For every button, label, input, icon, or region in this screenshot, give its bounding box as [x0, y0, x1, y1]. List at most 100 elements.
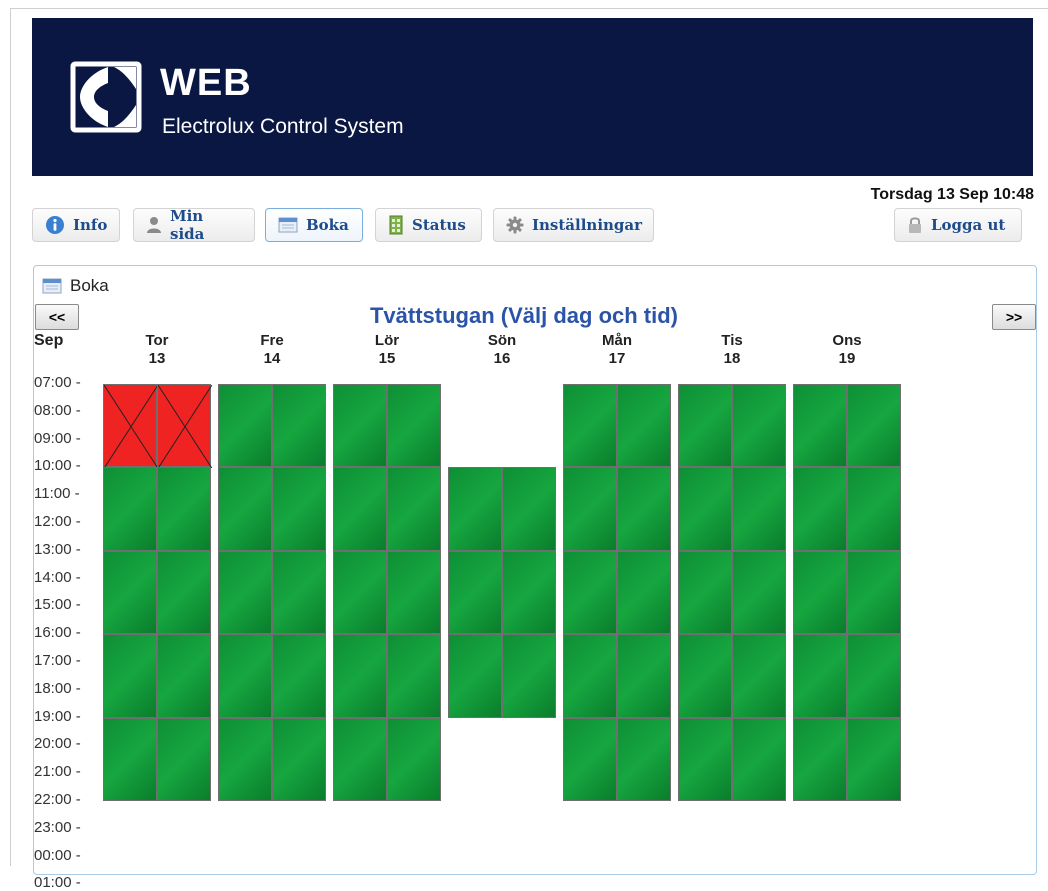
available-slot[interactable]	[847, 384, 901, 468]
available-slot[interactable]	[387, 467, 441, 551]
nav-boka-button[interactable]: Boka	[265, 208, 363, 242]
cross-icon	[158, 385, 212, 469]
available-slot[interactable]	[563, 634, 617, 718]
available-slot[interactable]	[793, 550, 847, 635]
available-slot[interactable]	[732, 550, 786, 635]
available-slot[interactable]	[732, 384, 786, 468]
available-slot[interactable]	[333, 717, 387, 801]
building-icon	[389, 215, 403, 235]
available-slot[interactable]	[448, 550, 502, 635]
available-slot[interactable]	[678, 384, 732, 468]
available-slot[interactable]	[387, 550, 441, 635]
available-slot[interactable]	[272, 550, 326, 635]
available-slot[interactable]	[218, 634, 272, 718]
next-week-button[interactable]: >>	[992, 304, 1036, 330]
logout-label: Logga ut	[931, 216, 1006, 234]
available-slot[interactable]	[678, 717, 732, 801]
time-label: 21:00 -	[34, 763, 81, 781]
available-slot[interactable]	[617, 717, 671, 801]
available-slot[interactable]	[502, 634, 556, 718]
available-slot[interactable]	[847, 467, 901, 551]
available-slot[interactable]	[617, 550, 671, 635]
available-slot[interactable]	[563, 384, 617, 468]
available-slot[interactable]	[563, 717, 617, 801]
available-slot[interactable]	[563, 550, 617, 635]
available-slot[interactable]	[333, 634, 387, 718]
available-slot[interactable]	[103, 550, 157, 635]
available-slot[interactable]	[793, 467, 847, 551]
time-label: 09:00 -	[34, 429, 81, 447]
available-slot[interactable]	[448, 634, 502, 718]
available-slot[interactable]	[678, 467, 732, 551]
time-label: 00:00 -	[34, 846, 81, 864]
day-header: Sön 16	[448, 332, 556, 368]
day-date: 15	[378, 350, 396, 367]
available-slot[interactable]	[732, 467, 786, 551]
available-slot[interactable]	[793, 634, 847, 718]
available-slot[interactable]	[333, 550, 387, 635]
day-date: 18	[723, 350, 741, 367]
available-slot[interactable]	[272, 634, 326, 718]
booked-slot[interactable]	[157, 384, 212, 469]
available-slot[interactable]	[218, 467, 272, 551]
available-slot[interactable]	[617, 467, 671, 551]
booked-slot[interactable]	[103, 384, 158, 469]
day-header: Tor 13	[103, 332, 211, 368]
nav-status-button[interactable]: Status	[375, 208, 482, 242]
available-slot[interactable]	[387, 384, 441, 468]
day-name: Sön	[487, 332, 517, 349]
day-header: Tis 18	[678, 332, 786, 368]
logout-button[interactable]: Logga ut	[894, 208, 1022, 242]
available-slot[interactable]	[218, 384, 272, 468]
available-slot[interactable]	[617, 634, 671, 718]
day-date: 13	[148, 350, 166, 367]
day-header: Fre 14	[218, 332, 326, 368]
time-label: 08:00 -	[34, 401, 81, 419]
day-name: Tor	[145, 332, 169, 349]
available-slot[interactable]	[678, 550, 732, 635]
available-slot[interactable]	[157, 634, 211, 718]
available-slot[interactable]	[272, 384, 326, 468]
time-label: 22:00 -	[34, 791, 81, 808]
available-slot[interactable]	[387, 717, 441, 801]
available-slot[interactable]	[678, 634, 732, 718]
available-slot[interactable]	[793, 717, 847, 801]
available-slot[interactable]	[157, 550, 211, 635]
available-slot[interactable]	[793, 384, 847, 468]
available-slot[interactable]	[333, 467, 387, 551]
day-name: Fre	[260, 332, 284, 349]
available-slot[interactable]	[103, 634, 157, 718]
nav-min-sida-button[interactable]: Min sida	[133, 207, 255, 243]
available-slot[interactable]	[847, 550, 901, 635]
available-slot[interactable]	[502, 550, 556, 635]
available-slot[interactable]	[502, 467, 556, 551]
available-slot[interactable]	[847, 634, 901, 718]
available-slot[interactable]	[157, 467, 211, 551]
day-header: Lör 15	[333, 332, 441, 368]
nav-installningar-button[interactable]: Inställningar	[493, 208, 654, 242]
available-slot[interactable]	[157, 717, 211, 801]
available-slot[interactable]	[448, 467, 502, 551]
time-label: 19:00 -	[34, 707, 81, 725]
available-slot[interactable]	[272, 467, 326, 551]
available-slot[interactable]	[563, 467, 617, 551]
available-slot[interactable]	[218, 550, 272, 635]
available-slot[interactable]	[732, 634, 786, 718]
available-slot[interactable]	[333, 384, 387, 468]
available-slot[interactable]	[103, 717, 157, 801]
available-slot[interactable]	[218, 717, 272, 801]
lock-icon	[909, 217, 921, 233]
time-label: 13:00 -	[34, 540, 81, 558]
available-slot[interactable]	[387, 634, 441, 718]
nav-info-button[interactable]: Info	[32, 208, 120, 242]
available-slot[interactable]	[732, 717, 786, 801]
available-slot[interactable]	[103, 467, 157, 551]
available-slot[interactable]	[272, 717, 326, 801]
day-date: 14	[263, 350, 281, 367]
available-slot[interactable]	[847, 717, 901, 801]
nav-status-label: Status	[412, 216, 466, 234]
day-date: 16	[493, 350, 511, 367]
header-banner: WEB Electrolux Control System	[32, 18, 1033, 176]
time-label: 17:00 -	[34, 652, 81, 669]
available-slot[interactable]	[617, 384, 671, 468]
